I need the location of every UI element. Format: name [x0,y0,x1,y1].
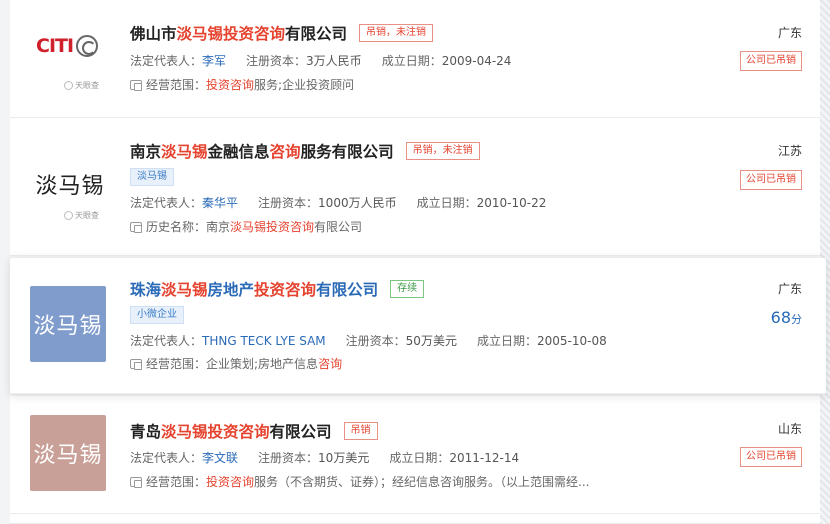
status-tag: 吊销，未注销 [359,24,434,42]
region-label: 山东 [777,422,802,436]
logo-text-box: 淡马锡 [30,415,106,491]
company-logo[interactable]: CITI 天眼查 [30,20,110,100]
scope-icon [130,79,142,91]
company-card[interactable]: CITI 天眼查 佛山市 淡马锡投资咨询 有限公司 吊销，未注销 法定代表人：李军 … [10,0,820,118]
revoked-badge: 公司已吊销 [740,51,802,71]
legal-rep-link[interactable]: 李文联 [202,451,238,465]
company-card[interactable]: 淡马锡 青岛 淡马锡投资咨询 有限公司 吊销 法定代表人：李文联 注册资本：10万美… [10,396,820,514]
business-scope: 经营范围： 投资咨询 服务;企业投资顾问 [130,76,354,93]
company-score: 68分 [770,308,802,327]
company-logo[interactable]: 淡马锡 [30,286,110,366]
legal-rep-link[interactable]: 李军 [202,54,226,68]
status-tag: 存续 [390,280,425,298]
company-card[interactable]: 淡马锡 天眼查 南京 淡马锡 金融信息 咨询 服务有限公司 吊销，未注销 淡马锡 法定代… [10,118,820,256]
status-tag: 吊销 [343,422,378,440]
company-logo[interactable]: 淡马锡 天眼查 [30,144,110,224]
legal-rep-link[interactable]: 秦华平 [202,196,238,210]
logo-text-box: 淡马锡 [30,286,106,362]
region-label: 江苏 [777,144,802,158]
size-tag[interactable]: 小微企业 [130,306,184,324]
company-info-row: 法定代表人：李军 注册资本：3万人民币 成立日期：2009-04-24 [130,54,512,68]
company-info-row: 法定代表人：秦华平 注册资本：1000万人民币 成立日期：2010-10-22 [130,196,547,210]
status-tag: 吊销，未注销 [405,142,480,160]
business-scope: 经营范围： 投资咨询 服务（不含期货、证券）；经纪信息咨询服务。（以上范围需经... [130,473,589,490]
watermark-icon: 天眼查 [64,80,99,91]
business-scope: 经营范围： 企业策划;房地产信息 咨询 [130,355,342,372]
revoked-badge: 公司已吊销 [740,447,802,467]
region-label: 广东 [777,26,802,40]
scope-icon [130,476,142,488]
company-card[interactable]: 淡马锡 珠海 淡马锡 房地产 投资咨询 有限公司 存续 小微企业 法定代表人：THNG … [10,258,826,394]
region-label: 广东 [777,282,802,296]
legal-rep-link[interactable]: THNG TECK LYE SAM [202,334,326,348]
citi-logo-icon: CITI [36,30,106,62]
company-name-link[interactable]: 青岛 淡马锡投资咨询 有限公司 吊销 [130,420,378,442]
company-name-link[interactable]: 南京 淡马锡 金融信息 咨询 服务有限公司 吊销，未注销 [130,140,480,162]
history-name: 历史名称： 南京 淡马锡投资咨询 有限公司 [130,218,362,235]
company-card-partial[interactable] [10,514,820,524]
company-logo[interactable]: 淡马锡 [30,415,110,495]
company-name-link[interactable]: 珠海 淡马锡 房地产 投资咨询 有限公司 存续 [130,278,425,300]
history-icon [130,221,142,233]
company-result-list: CITI 天眼查 佛山市 淡马锡投资咨询 有限公司 吊销，未注销 法定代表人：李军 … [10,0,826,524]
brand-tag[interactable]: 淡马锡 [130,168,174,186]
company-name-link[interactable]: 佛山市 淡马锡投资咨询 有限公司 吊销，未注销 [130,22,434,44]
revoked-badge: 公司已吊销 [740,170,802,190]
company-info-row: 法定代表人：李文联 注册资本：10万美元 成立日期：2011-12-14 [130,451,520,465]
company-info-row: 法定代表人：THNG TECK LYE SAM 注册资本：50万美元 成立日期：… [130,334,607,348]
scope-icon [130,358,142,370]
watermark-icon: 天眼查 [64,210,99,221]
